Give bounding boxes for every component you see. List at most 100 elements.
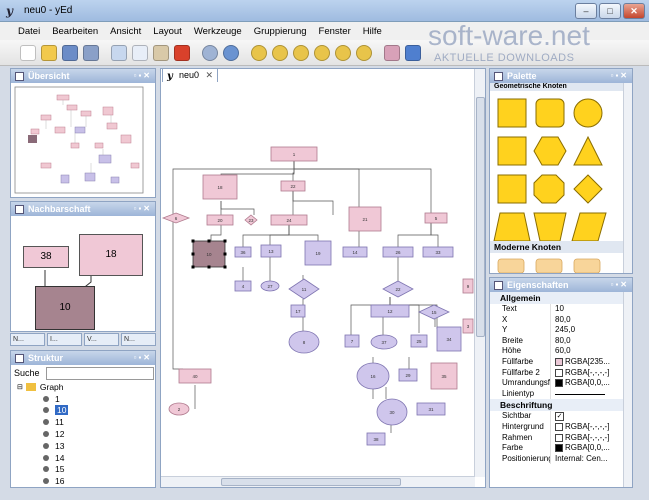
property-value[interactable]: 60,0 [550, 346, 632, 357]
property-value[interactable]: RGBA[235... [550, 356, 632, 368]
tree-item[interactable]: 11 [11, 416, 155, 428]
graph-node[interactable]: 17 [290, 304, 306, 318]
save-button[interactable] [60, 43, 80, 63]
neighborhood-node-18[interactable]: 18 [79, 234, 143, 276]
tree-item[interactable]: 1 [11, 393, 155, 405]
palette-shapes[interactable] [490, 91, 632, 241]
graph-node[interactable]: 22 [382, 280, 414, 298]
canvas-vertical-scrollbar[interactable] [474, 69, 485, 477]
graph-node[interactable]: 38 [366, 432, 386, 446]
tab-navigation[interactable]: N... [121, 333, 156, 346]
graph-node[interactable]: 30 [376, 398, 408, 426]
graph-node[interactable]: 23 [244, 214, 258, 226]
tree-item[interactable]: 15 [11, 464, 155, 476]
zoom-100-button[interactable] [291, 43, 311, 63]
panel-window-icons[interactable]: ▫▪✕ [134, 71, 152, 80]
graph-drawing[interactable]: 118 226 20 23 24 21 510 36 13 19 14 26 334 2711 221781… [161, 69, 486, 488]
graph-node[interactable]: 33 [422, 246, 454, 258]
scrollbar-thumb[interactable] [221, 478, 401, 486]
graph-node[interactable]: 12 [370, 304, 410, 318]
panel-window-icons[interactable]: ▫▪✕ [134, 204, 152, 213]
zoom-selection-button[interactable] [354, 43, 374, 63]
close-button[interactable]: ✕ [623, 3, 645, 19]
delete-button[interactable] [172, 43, 192, 63]
panel-window-icons[interactable]: ▫▪✕ [134, 353, 152, 362]
tree-item[interactable]: 16 [11, 475, 155, 487]
menu-fenster[interactable]: Fenster [319, 26, 351, 37]
properties-section-general[interactable]: Allgemein [490, 292, 632, 304]
tree-root[interactable]: ⊟ Graph [11, 381, 155, 393]
graph-node[interactable]: 35 [430, 362, 458, 390]
graph-node[interactable]: 27 [260, 280, 280, 292]
property-row[interactable]: Hintergrund RGBA[-,-,-,-] [490, 421, 632, 433]
property-row[interactable]: Füllfarbe 2 RGBA[-,-,-,-] [490, 367, 632, 379]
property-row[interactable]: Rahmen RGBA[-,-,-,-] [490, 432, 632, 444]
selection-handle[interactable] [223, 265, 227, 269]
graph-node[interactable]: 18 [202, 174, 238, 200]
graph-node[interactable]: 11 [288, 278, 320, 300]
selection-handle[interactable] [207, 265, 211, 269]
tab-neighborhood[interactable]: N... [10, 333, 45, 346]
paste-button[interactable] [151, 43, 171, 63]
new-document-button[interactable] [18, 43, 38, 63]
palette-scrollbar[interactable] [623, 83, 632, 273]
property-value[interactable]: RGBA[-,-,-,-] [550, 432, 632, 444]
tab-information[interactable]: I... [47, 333, 82, 346]
save-as-button[interactable] [81, 43, 101, 63]
property-value[interactable]: 80,0 [550, 314, 632, 326]
canvas-horizontal-scrollbar[interactable] [161, 476, 475, 487]
properties-scrollbar[interactable] [623, 292, 632, 487]
selection-handle[interactable] [223, 252, 227, 256]
properties-section-label[interactable]: Beschriftung [490, 399, 632, 412]
palette-section-modern[interactable]: Moderne Knoten [490, 241, 632, 253]
selection-handle[interactable] [207, 239, 211, 243]
menu-werkzeuge[interactable]: Werkzeuge [194, 26, 242, 37]
zoom-area-button[interactable] [333, 43, 353, 63]
visible-checkbox[interactable]: ✓ [555, 412, 564, 422]
grid-button[interactable] [382, 43, 402, 63]
selection-handle[interactable] [223, 239, 227, 243]
neighborhood-node-38[interactable]: 38 [23, 246, 69, 268]
property-row[interactable]: Positionierung Internal: Cen... [490, 453, 632, 465]
navigate-button[interactable] [403, 43, 423, 63]
graph-node[interactable]: 24 [270, 214, 308, 226]
minimize-button[interactable]: – [575, 3, 597, 19]
property-value[interactable]: 10 [550, 304, 632, 315]
property-row[interactable]: Text 10 [490, 304, 632, 315]
graph-node[interactable]: 7 [344, 334, 360, 348]
graph-node[interactable]: 34 [436, 326, 462, 352]
search-input[interactable] [45, 366, 154, 380]
palette-section-geometric[interactable]: Geometrische Knoten [490, 83, 632, 91]
graph-node[interactable]: 20 [206, 214, 234, 226]
open-button[interactable] [39, 43, 59, 63]
property-row[interactable]: Breite 80,0 [490, 335, 632, 347]
graph-node[interactable]: 22 [280, 180, 306, 192]
zoom-fit-button[interactable] [312, 43, 332, 63]
redo-button[interactable] [221, 43, 241, 63]
cut-button[interactable] [109, 43, 129, 63]
graph-node[interactable]: 2 [168, 402, 190, 416]
overview-minimap[interactable] [11, 83, 155, 197]
panel-window-icons[interactable]: ▫▪✕ [611, 280, 629, 289]
zoom-in-button[interactable] [249, 43, 269, 63]
property-row[interactable]: Linientyp [490, 388, 632, 400]
selection-handle[interactable] [191, 265, 195, 269]
close-tab-icon[interactable]: ✕ [205, 69, 213, 82]
graph-node[interactable]: 15 [418, 304, 450, 320]
property-row[interactable]: X 80,0 [490, 314, 632, 326]
neighborhood-node-10[interactable]: 10 [35, 286, 95, 330]
graph-node[interactable]: 8 [288, 330, 320, 354]
property-row[interactable]: Farbe RGBA[0,0,... [490, 443, 632, 454]
menu-datei[interactable]: Datei [18, 26, 40, 37]
graph-node[interactable]: 4 [234, 280, 252, 292]
property-value[interactable]: ✓ [550, 411, 632, 422]
graph-node[interactable]: 1 [270, 146, 318, 162]
collapse-icon[interactable]: ⊟ [17, 383, 23, 391]
neighborhood-view[interactable]: 38 18 10 [11, 216, 155, 331]
property-row[interactable]: Y 245,0 [490, 325, 632, 336]
copy-button[interactable] [130, 43, 150, 63]
property-row[interactable]: Sichtbar ✓ [490, 411, 632, 422]
property-value[interactable]: RGBA[0,0,... [550, 443, 632, 454]
menu-hilfe[interactable]: Hilfe [363, 26, 382, 37]
panel-window-icons[interactable]: ▫▪✕ [611, 71, 629, 80]
